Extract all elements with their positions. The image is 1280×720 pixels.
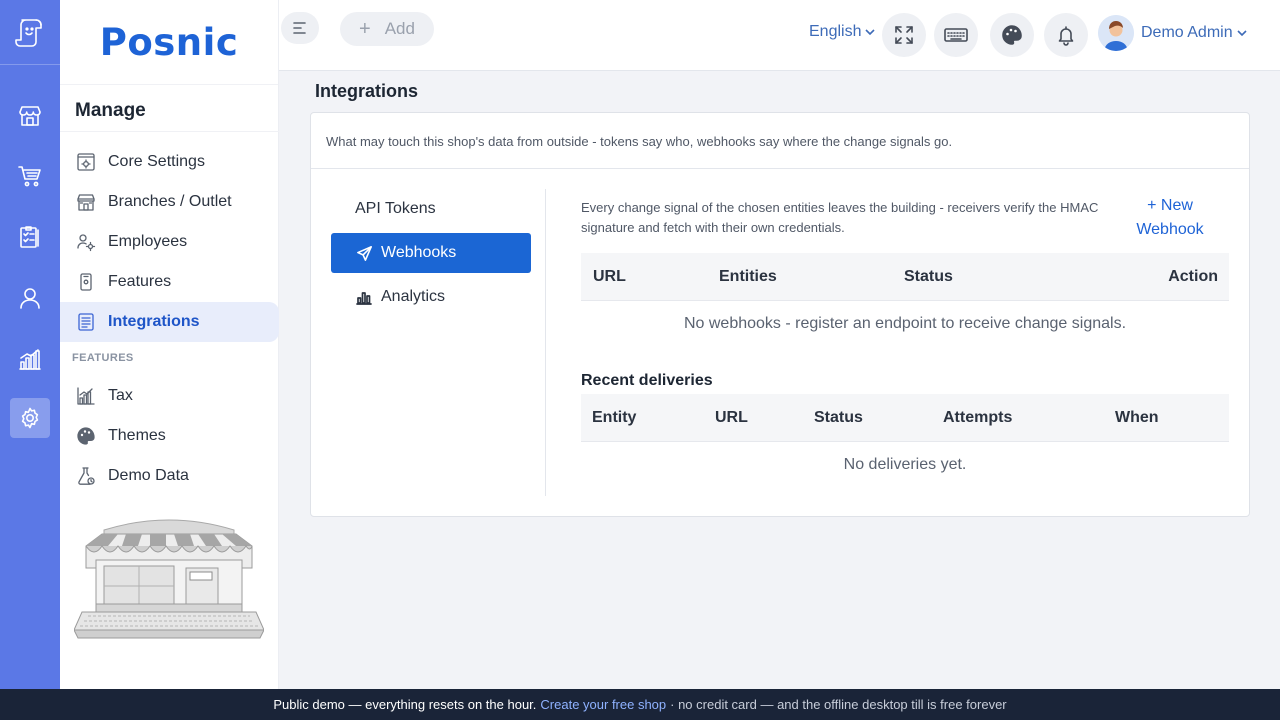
keyboard-shortcuts-button[interactable]: [934, 13, 978, 57]
menu-toggle-button[interactable]: [281, 12, 319, 44]
column-header: Entity: [592, 409, 637, 426]
clipboard-icon[interactable]: [10, 217, 50, 257]
sidebar-title: Manage: [75, 100, 146, 121]
section-label-features: FEATURES: [72, 352, 134, 364]
bar-chart-icon: [355, 288, 373, 306]
column-header: URL: [593, 268, 626, 285]
chart-icon[interactable]: [10, 339, 50, 379]
notifications-button[interactable]: [1044, 13, 1088, 57]
app-logo-icon[interactable]: [0, 0, 60, 65]
column-header: URL: [715, 409, 748, 426]
sidebar-divider: [60, 131, 279, 132]
column-header: Action: [1168, 268, 1218, 285]
language-label: English: [809, 23, 862, 40]
menu-lines-icon: [293, 22, 306, 34]
sidebar-item-label: Demo Data: [108, 467, 189, 484]
webhooks-empty-state: No webhooks - register an endpoint to re…: [683, 315, 1127, 332]
column-header: Status: [904, 268, 953, 285]
flask-icon: [75, 465, 97, 487]
sidebar-item-label: Integrations: [108, 313, 200, 330]
sidebar-item-features[interactable]: Features: [60, 262, 279, 302]
demo-banner: Public demo — everything resets on the h…: [0, 689, 1280, 720]
deliveries-table-header: Entity URL Status Attempts When: [581, 394, 1229, 442]
page-title: Integrations: [315, 81, 419, 101]
sidebar-item-label: Tax: [108, 387, 133, 404]
settings-doc-icon: [75, 151, 97, 173]
webhooks-description: Every change signal of the chosen entiti…: [581, 200, 1099, 235]
user-name: Demo Admin: [1141, 24, 1233, 41]
webhooks-table-header: URL Entities Status Action: [581, 253, 1229, 301]
chevron-down-icon: [865, 29, 876, 36]
gear-icon[interactable]: [10, 398, 50, 438]
sidebar-item-tax[interactable]: Tax: [60, 376, 279, 416]
column-header: Status: [814, 409, 863, 426]
add-button-label: Add: [384, 19, 415, 38]
sidebar-item-label: Themes: [108, 427, 166, 444]
expand-icon: [895, 26, 913, 44]
store-icon[interactable]: [10, 96, 50, 136]
chevron-down-icon: [1237, 30, 1247, 37]
tab-api-tokens[interactable]: API Tokens: [331, 189, 531, 229]
card-description: What may touch this shop's data from out…: [326, 134, 953, 149]
sidebar-item-core-settings[interactable]: Core Settings: [60, 142, 279, 182]
sidebar: Posnic Manage Core Settings Branches / O…: [60, 0, 279, 689]
sidebar-item-label: Core Settings: [108, 153, 205, 170]
cart-icon[interactable]: [10, 156, 50, 196]
sidebar-item-label: Employees: [108, 233, 188, 250]
sidebar-item-label: Branches / Outlet: [108, 193, 232, 210]
fullscreen-button[interactable]: [882, 13, 926, 57]
palette-icon: [75, 425, 97, 447]
keyboard-icon: [944, 28, 968, 42]
user-icon[interactable]: [10, 278, 50, 318]
sidebar-item-branches[interactable]: Branches / Outlet: [60, 182, 279, 222]
new-webhook-button[interactable]: + New Webhook: [1126, 194, 1214, 242]
sidebar-item-integrations[interactable]: Integrations: [60, 302, 279, 342]
sidebar-item-employees[interactable]: Employees: [60, 222, 279, 262]
phone-icon: [75, 271, 97, 293]
people-gear-icon: [75, 231, 97, 253]
tab-label: Webhooks: [381, 244, 457, 261]
plus-icon: +: [359, 17, 371, 40]
deliveries-empty-state: No deliveries yet.: [843, 456, 967, 473]
tab-webhooks[interactable]: Webhooks: [331, 233, 531, 273]
list-doc-icon: [75, 311, 97, 333]
palette-icon: [1002, 25, 1022, 45]
divider: [311, 168, 1249, 169]
create-shop-link[interactable]: Create your free shop: [540, 697, 666, 712]
send-icon: [355, 244, 373, 262]
avatar: [1098, 15, 1134, 51]
sidebar-item-themes[interactable]: Themes: [60, 416, 279, 456]
tab-analytics[interactable]: Analytics: [331, 277, 531, 317]
sidebar-item-label: Features: [108, 273, 172, 290]
user-menu[interactable]: Demo Admin: [1098, 15, 1248, 51]
banner-text: Public demo — everything resets on the h…: [273, 697, 537, 712]
brand-logo[interactable]: Posnic: [60, 0, 278, 85]
column-header: Entities: [719, 268, 777, 285]
integrations-card: What may touch this shop's data from out…: [310, 112, 1250, 517]
language-select[interactable]: English: [809, 23, 876, 41]
topbar: + Add English Demo Admin: [279, 0, 1280, 71]
tab-label: API Tokens: [355, 200, 436, 217]
chart-icon: [75, 385, 97, 407]
recent-deliveries-title: Recent deliveries: [581, 372, 713, 389]
add-button[interactable]: + Add: [340, 12, 434, 46]
theme-button[interactable]: [990, 13, 1034, 57]
sidebar-item-demo-data[interactable]: Demo Data: [60, 456, 279, 496]
store-icon: [75, 191, 97, 213]
tabs-divider: [545, 189, 546, 496]
tab-label: Analytics: [381, 288, 446, 305]
icon-rail: [0, 0, 60, 689]
column-header: When: [1115, 409, 1159, 426]
storefront-illustration: [74, 519, 264, 639]
bell-icon: [1058, 26, 1074, 46]
banner-text-secondary: · no credit card — and the offline deskt…: [670, 697, 1007, 712]
column-header: Attempts: [943, 409, 1013, 426]
